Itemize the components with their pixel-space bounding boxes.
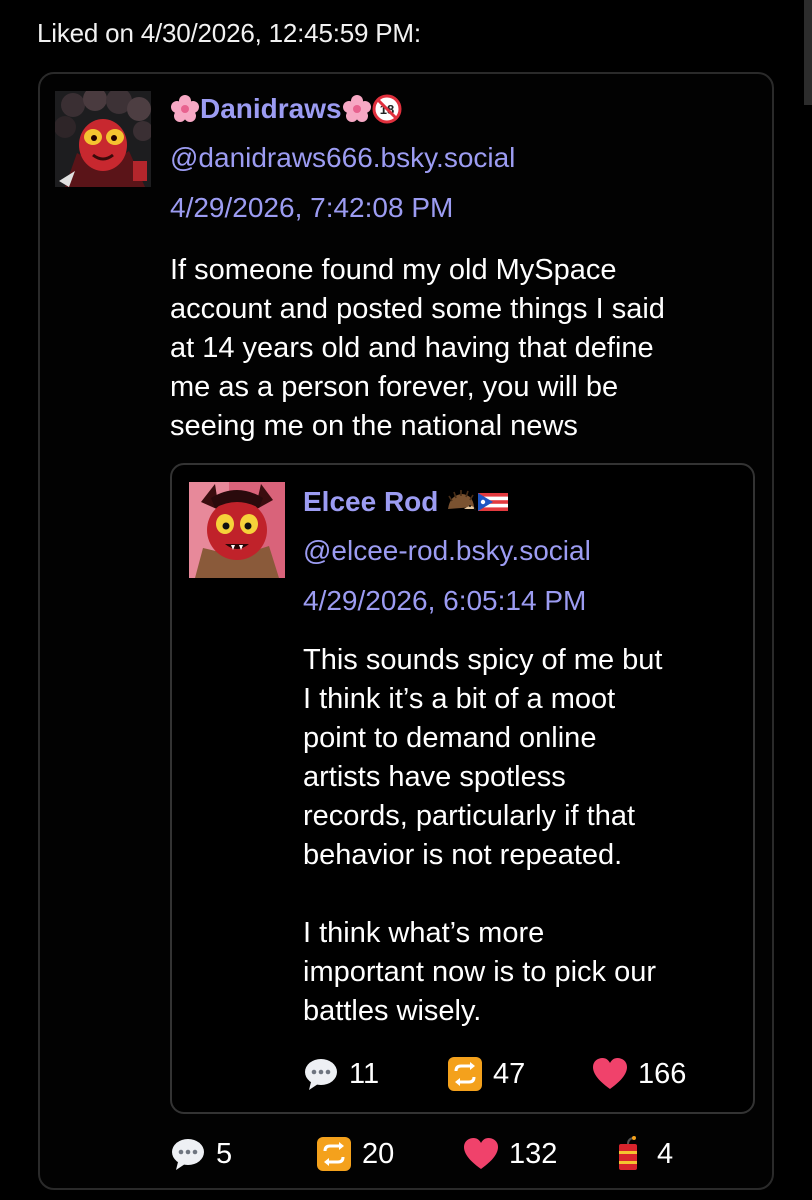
repost-icon <box>447 1056 483 1092</box>
post-text: If someone found my old MySpace account … <box>170 251 755 446</box>
extra-count: 4 <box>657 1137 674 1170</box>
post-timestamp[interactable]: 4/29/2026, 7:42:08 PM <box>170 192 453 224</box>
post-text-line: me as a person forever, you will be <box>170 371 619 403</box>
post-text-line: at 14 years old and having that define <box>170 332 654 364</box>
quoted-author-name[interactable]: Elcee Rod <box>303 486 509 518</box>
quoted-post-paragraph: This sounds spicy of me but I think it’s… <box>303 644 663 871</box>
quoted-reply-count: 11 <box>349 1057 380 1090</box>
quoted-repost-count-button[interactable]: 47 <box>447 1056 525 1092</box>
post-text-line: seeing me on the national news <box>170 410 578 442</box>
no-under-18-icon: 18 <box>372 94 402 124</box>
hedgehog-icon <box>446 487 477 517</box>
quoted-like-count: 166 <box>638 1057 687 1090</box>
puerto-rico-flag-icon <box>478 487 509 517</box>
quoted-post-paragraph: I think what’s more important now is to … <box>303 917 656 1027</box>
extra-count-button[interactable]: 4 <box>613 1136 673 1172</box>
repost-count: 20 <box>362 1137 395 1170</box>
reply-count-button[interactable]: 5 <box>170 1136 232 1172</box>
author-name[interactable]: Danidraws 18 <box>170 93 402 125</box>
quoted-like-count-button[interactable]: 166 <box>592 1056 686 1092</box>
firecracker-icon <box>613 1136 643 1172</box>
speech-bubble-icon <box>170 1136 206 1172</box>
quoted-author-handle[interactable]: @elcee-rod.bsky.social <box>303 535 591 567</box>
cherry-blossom-icon <box>342 94 372 124</box>
author-avatar[interactable] <box>55 91 151 187</box>
repost-icon <box>316 1136 352 1172</box>
repost-count-button[interactable]: 20 <box>316 1136 394 1172</box>
like-count: 132 <box>509 1137 558 1170</box>
quoted-author-avatar[interactable] <box>189 482 285 578</box>
quoted-reply-count-button[interactable]: 11 <box>303 1056 379 1092</box>
scrollbar[interactable] <box>804 0 812 105</box>
quoted-post-text: This sounds spicy of me but I think it’s… <box>303 641 743 1031</box>
speech-bubble-icon <box>303 1056 339 1092</box>
heart-icon <box>463 1136 499 1172</box>
liked-timestamp-header: Liked on 4/30/2026, 12:45:59 PM: <box>37 18 421 48</box>
post-text-line: If someone found my old MySpace <box>170 254 617 286</box>
reply-count: 5 <box>216 1137 233 1170</box>
quoted-post-timestamp[interactable]: 4/29/2026, 6:05:14 PM <box>303 585 586 617</box>
post-text-line: account and posted some things I said <box>170 293 665 325</box>
cherry-blossom-icon <box>170 94 200 124</box>
quoted-repost-count: 47 <box>493 1057 526 1090</box>
author-handle[interactable]: @danidraws666.bsky.social <box>170 142 515 174</box>
author-display-name: Danidraws <box>200 93 342 124</box>
quoted-author-display-name: Elcee Rod <box>303 486 439 517</box>
heart-icon <box>592 1056 628 1092</box>
like-count-button[interactable]: 132 <box>463 1136 557 1172</box>
